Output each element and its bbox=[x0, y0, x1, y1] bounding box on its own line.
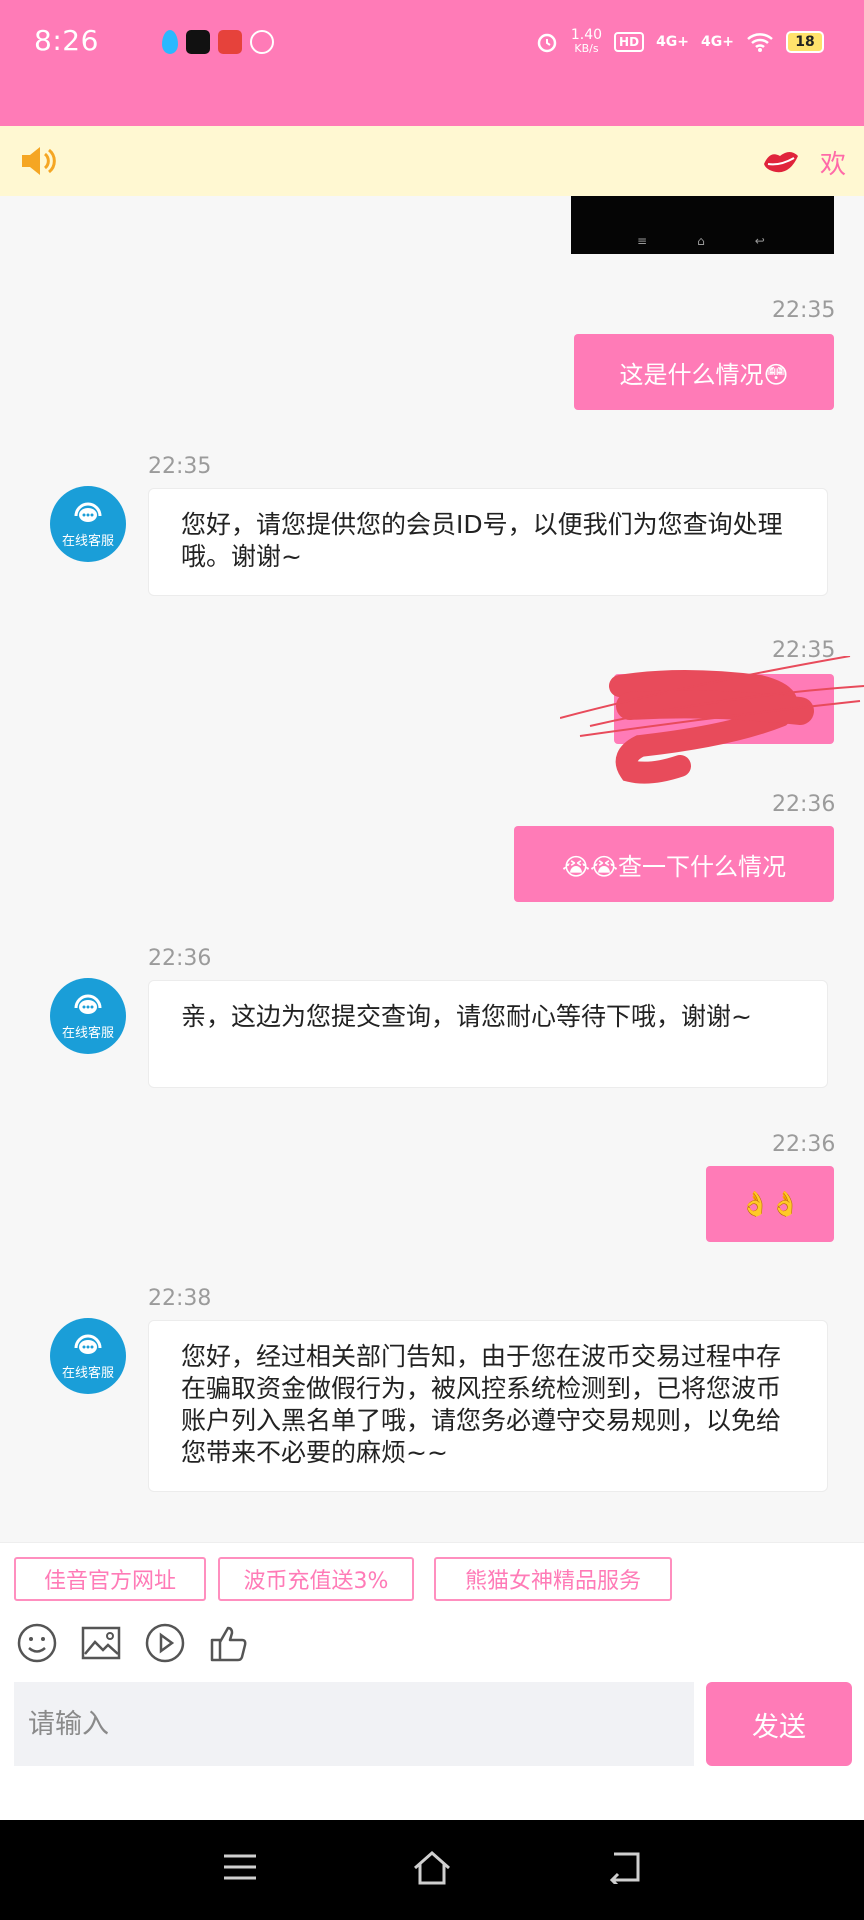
wifi-icon bbox=[747, 33, 773, 52]
system-nav-bar bbox=[0, 1820, 864, 1920]
play-video-icon[interactable] bbox=[144, 1622, 186, 1664]
avatar-label: 在线客服 bbox=[61, 533, 114, 549]
message-time: 22:35 bbox=[148, 454, 212, 479]
emoji-icon[interactable] bbox=[16, 1622, 58, 1664]
avatar-label: 在线客服 bbox=[61, 1025, 114, 1041]
send-button[interactable]: 发送 bbox=[706, 1682, 852, 1766]
quick-link-official-site[interactable]: 佳音官方网址 bbox=[14, 1557, 206, 1601]
agent-avatar[interactable]: 在线客服 bbox=[50, 978, 126, 1054]
incoming-message[interactable]: 亲，这边为您提交查询，请您耐心等待下哦，谢谢~ bbox=[148, 980, 828, 1088]
home-icon[interactable] bbox=[412, 1850, 452, 1886]
circle-notification-icon bbox=[250, 30, 274, 54]
tiktok-icon bbox=[186, 30, 210, 54]
signal-1: 4G+ bbox=[656, 34, 690, 50]
agent-avatar[interactable]: 在线客服 bbox=[50, 1318, 126, 1394]
headset-chat-icon bbox=[74, 1334, 102, 1354]
quick-link-service[interactable]: 熊猫女神精品服务 bbox=[434, 1557, 672, 1601]
outgoing-message[interactable]: 这是什么情况😳 bbox=[574, 334, 834, 410]
message-input[interactable] bbox=[14, 1682, 694, 1766]
notice-bar: 欢 bbox=[0, 126, 864, 196]
headset-chat-icon bbox=[74, 502, 102, 522]
input-row: 发送 bbox=[0, 1682, 864, 1820]
message-time: 22:36 bbox=[772, 792, 836, 817]
thumbs-up-icon[interactable] bbox=[208, 1622, 250, 1664]
lips-icon bbox=[764, 152, 798, 173]
avatar-label: 在线客服 bbox=[61, 1365, 114, 1381]
status-bar: 8:26 1.40 KB/s HD 4G+ 4G+ 18 bbox=[0, 0, 864, 126]
incoming-message[interactable]: 您好，请您提供您的会员ID号，以便我们为您查询处理哦。谢谢~ bbox=[148, 488, 828, 596]
agent-avatar[interactable]: 在线客服 bbox=[50, 486, 126, 562]
alarm-icon bbox=[537, 33, 557, 53]
headset-chat-icon bbox=[74, 994, 102, 1014]
message-time: 22:38 bbox=[148, 1286, 212, 1311]
app-notification-icon bbox=[218, 30, 242, 54]
quick-link-recharge[interactable]: 波币充值送3% bbox=[218, 1557, 414, 1601]
speaker-icon bbox=[22, 147, 56, 175]
quick-links: 佳音官方网址 波币充值送3% 熊猫女神精品服务 bbox=[0, 1542, 864, 1602]
notice-text: 欢 bbox=[819, 150, 846, 180]
clock: 8:26 bbox=[34, 24, 99, 57]
message-time: 22:35 bbox=[772, 298, 836, 323]
battery: 18 bbox=[786, 31, 824, 53]
droplet-icon bbox=[162, 30, 178, 54]
incoming-message[interactable]: 您好，经过相关部门告知，由于您在波币交易过程中存在骗取资金做假行为，被风控系统检… bbox=[148, 1320, 828, 1492]
outgoing-message[interactable]: 😭😭查一下什么情况 bbox=[514, 826, 834, 902]
input-toolbar bbox=[0, 1602, 864, 1682]
back-icon[interactable] bbox=[606, 1850, 642, 1884]
chat-area[interactable]: ≡ ⌂ ↩ 22:35 这是什么情况😳 22:35 在线客服 您好，请您提供您的会员… bbox=[0, 196, 864, 1542]
redaction-scribble bbox=[560, 656, 864, 784]
signal-2: 4G+ bbox=[701, 34, 734, 50]
message-time: 22:36 bbox=[772, 1132, 836, 1157]
message-time: 22:36 bbox=[148, 946, 212, 971]
menu-icon[interactable] bbox=[222, 1850, 258, 1884]
notification-icons bbox=[158, 30, 274, 54]
outgoing-message[interactable]: 👌👌 bbox=[706, 1166, 834, 1242]
image-icon[interactable] bbox=[80, 1622, 122, 1664]
network-speed: 1.40 KB/s bbox=[570, 27, 603, 55]
hd-icon: HD bbox=[614, 32, 645, 52]
image-message[interactable]: ≡ ⌂ ↩ bbox=[571, 196, 834, 254]
